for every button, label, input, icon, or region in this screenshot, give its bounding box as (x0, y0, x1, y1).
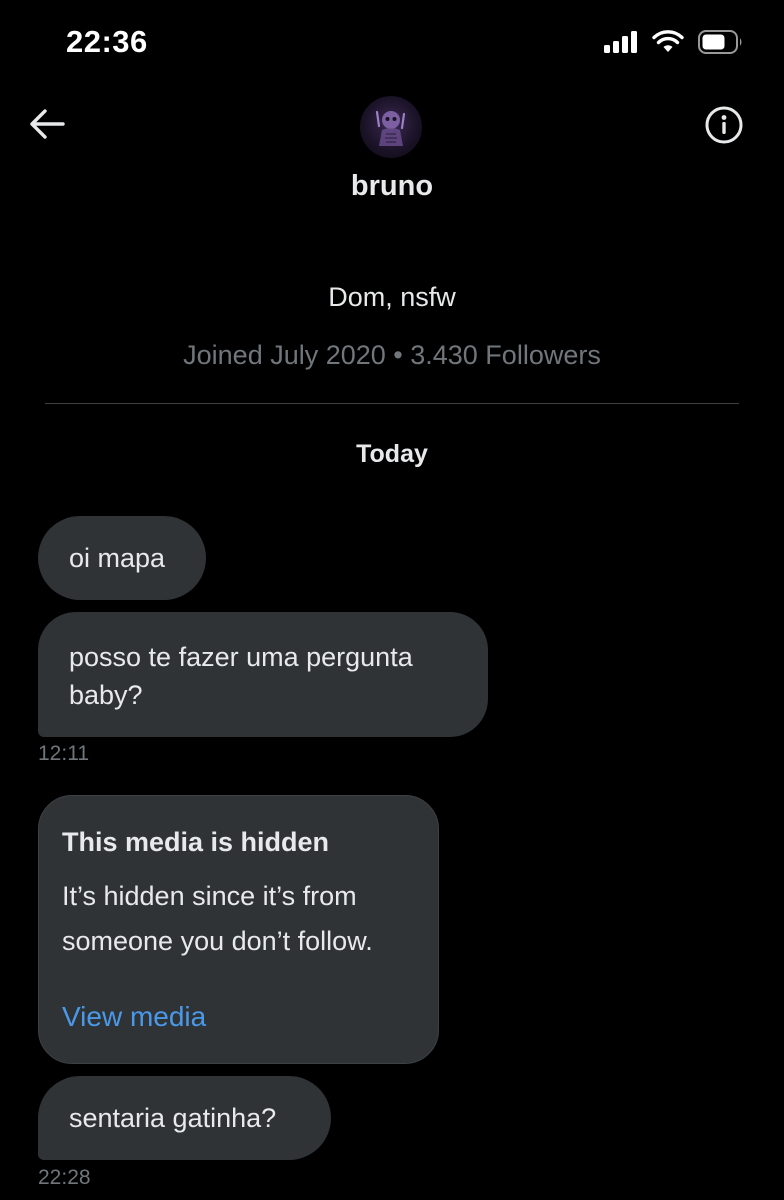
media-hidden-title: This media is hidden (62, 827, 330, 857)
cellular-signal-icon (604, 31, 638, 58)
back-button[interactable] (22, 104, 72, 148)
conversation-header: bruno (0, 90, 784, 220)
status-icons (604, 30, 744, 59)
media-hidden-description: It’s hidden since it’s from someone you … (62, 881, 373, 956)
message-text: posso te fazer uma pergunta baby? (69, 642, 413, 710)
status-bar: 22:36 (0, 0, 784, 90)
date-label: Today (356, 440, 428, 468)
message-bubble[interactable]: oi mapa (38, 516, 206, 600)
message-bubble[interactable]: posso te fazer uma pergunta baby? (38, 612, 488, 737)
hidden-media-card: This media is hidden It’s hidden since i… (38, 795, 439, 1064)
profile-bio: Dom, nsfw (328, 282, 456, 312)
message-bubble[interactable]: sentaria gatinha? (38, 1076, 331, 1160)
status-time: 22:36 (66, 24, 148, 59)
message-timestamp: 22:28 (38, 1166, 91, 1189)
battery-icon (698, 30, 744, 59)
divider (45, 403, 739, 404)
profile-meta: Joined July 2020 • 3.430 Followers (183, 340, 601, 370)
info-button[interactable] (702, 105, 746, 149)
message-text: sentaria gatinha? (69, 1103, 277, 1133)
avatar[interactable] (360, 96, 422, 158)
info-circle-icon (704, 105, 744, 150)
message-text: oi mapa (69, 543, 166, 573)
arrow-left-icon (28, 108, 66, 145)
message-timestamp: 12:11 (38, 742, 89, 765)
wifi-icon (652, 30, 684, 59)
contact-name[interactable]: bruno (0, 170, 784, 203)
view-media-link[interactable]: View media (62, 1001, 206, 1033)
